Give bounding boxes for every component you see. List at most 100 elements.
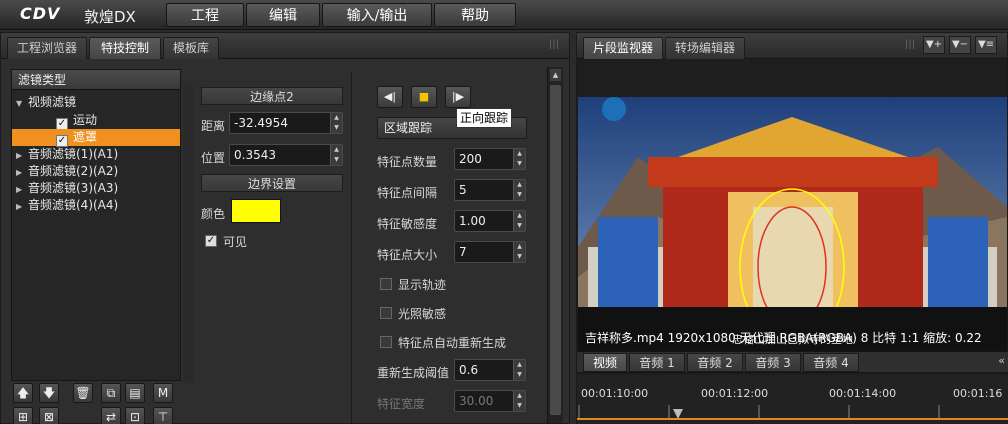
tree-item-video-filters[interactable]: ▼ 视频滤镜 bbox=[16, 94, 76, 111]
timecode-2: 00:01:12:00 bbox=[701, 387, 769, 400]
collapse-icon[interactable]: « bbox=[998, 354, 1005, 367]
divider bbox=[351, 73, 352, 423]
track-forward-button[interactable]: |▶ bbox=[445, 86, 471, 108]
app-name: 敦煌DX bbox=[84, 8, 136, 26]
move-down-button[interactable]: 🡇 bbox=[39, 383, 59, 403]
auto-regen-label: 特征点自动重新生成 bbox=[398, 336, 507, 350]
feature-spacing-input[interactable]: 5 ▲ ▼ bbox=[454, 179, 526, 201]
swap-icon[interactable]: ⇄ bbox=[101, 407, 121, 424]
playhead-icon[interactable] bbox=[673, 409, 683, 419]
tab-transition-editor[interactable]: 转场编辑器 bbox=[665, 37, 745, 59]
position-value: 0.3543 bbox=[234, 148, 276, 162]
distance-input[interactable]: -32.4954 ▲ ▼ bbox=[229, 112, 343, 134]
menu-edit[interactable]: 编辑 bbox=[246, 3, 320, 27]
tab-audio-track-1[interactable]: 音频 1 bbox=[629, 353, 685, 372]
regen-threshold-input[interactable]: 0.6 ▲ ▼ bbox=[454, 359, 526, 381]
expand-right-icon[interactable]: ▶ bbox=[16, 147, 28, 164]
video-frame bbox=[578, 97, 1007, 353]
feature-size-input[interactable]: 7 ▲ ▼ bbox=[454, 241, 526, 263]
tree-item-motion[interactable]: ✓ 运动 bbox=[56, 112, 97, 130]
light-sensitive-checkbox[interactable] bbox=[380, 307, 392, 319]
panel-grip-icon[interactable]: ||| bbox=[549, 39, 559, 50]
spin-arrows-icon[interactable]: ▲ ▼ bbox=[513, 360, 525, 380]
param-splitter[interactable] bbox=[183, 83, 193, 383]
marker-list-icon[interactable]: ▼≡ bbox=[975, 36, 997, 54]
layout-icon[interactable]: ⊡ bbox=[125, 407, 145, 424]
tree-item-audio-filter-3[interactable]: ▶ 音频滤镜(3)(A3) bbox=[16, 180, 118, 197]
feature-count-input[interactable]: 200 ▲ ▼ bbox=[454, 148, 526, 170]
template-button[interactable]: M bbox=[153, 383, 173, 403]
scroll-thumb[interactable] bbox=[550, 85, 561, 415]
tree-item-audio-filter-4[interactable]: ▶ 音频滤镜(4)(A4) bbox=[16, 197, 118, 214]
clip-info: 吉祥称多.mp4 1920x1080 无代理 RGBA(RGBA) 8 比特 1… bbox=[585, 331, 982, 345]
stop-track-button[interactable]: ■ bbox=[411, 86, 437, 108]
color-label: 颜色 bbox=[201, 207, 226, 221]
menu-help[interactable]: 帮助 bbox=[434, 3, 516, 27]
timecode-4: 00:01:16 bbox=[953, 387, 1003, 400]
tab-video-track[interactable]: 视频 bbox=[583, 353, 627, 372]
spin-arrows-icon[interactable]: ▲ ▼ bbox=[330, 145, 342, 165]
mask-color-swatch[interactable] bbox=[231, 199, 281, 223]
menu-project[interactable]: 工程 bbox=[166, 3, 244, 27]
tree-item-audio-filter-1[interactable]: ▶ 音频滤镜(1)(A1) bbox=[16, 146, 118, 163]
delete-button[interactable]: 🗑 bbox=[73, 383, 93, 403]
menu-io[interactable]: 输入/输出 bbox=[322, 3, 432, 27]
tree-item-audio-filter-2[interactable]: ▶ 音频滤镜(2)(A2) bbox=[16, 163, 118, 180]
align-icon[interactable]: ⊤ bbox=[153, 407, 173, 424]
feature-width-input[interactable]: 30.00 ▲ ▼ bbox=[454, 390, 526, 412]
visible-checkbox[interactable]: ✓ bbox=[205, 235, 217, 247]
spin-arrows-icon[interactable]: ▲ ▼ bbox=[513, 180, 525, 200]
spin-arrows-icon[interactable]: ▲ ▼ bbox=[330, 113, 342, 133]
right-tabbar: 片段监视器 转场编辑器 ||| ▼+ ▼− ▼≡ bbox=[577, 33, 1007, 59]
feature-spacing-label: 特征点间隔 bbox=[377, 186, 438, 200]
border-settings-header: 边界设置 bbox=[201, 174, 343, 192]
channel-logo-icon bbox=[602, 97, 626, 121]
ungroup-icon[interactable]: ⊠ bbox=[39, 407, 59, 424]
spin-arrows-icon[interactable]: ▲ ▼ bbox=[513, 242, 525, 262]
visible-label: 可见 bbox=[223, 235, 248, 249]
tab-audio-track-3[interactable]: 音频 3 bbox=[745, 353, 801, 372]
tracking-mode-value: 区域跟踪 bbox=[384, 121, 433, 135]
video-preview[interactable]: 忠格山加山巳拟寺的圣地 bbox=[578, 97, 1007, 353]
expand-down-icon[interactable]: ▼ bbox=[16, 95, 28, 112]
position-label: 位置 bbox=[201, 151, 226, 165]
track-backward-button[interactable]: ◀| bbox=[377, 86, 403, 108]
panel-grip-icon[interactable]: ||| bbox=[905, 39, 915, 50]
paste-button[interactable]: ▤ bbox=[125, 383, 145, 403]
tree-item-mask[interactable]: ✓ 遮罩 bbox=[12, 129, 180, 147]
remove-marker-icon[interactable]: ▼− bbox=[949, 36, 971, 54]
feature-sensitivity-input[interactable]: 1.00 ▲ ▼ bbox=[454, 210, 526, 232]
tab-audio-track-2[interactable]: 音频 2 bbox=[687, 353, 743, 372]
move-up-button[interactable]: 🡅 bbox=[13, 383, 33, 403]
add-marker-icon[interactable]: ▼+ bbox=[923, 36, 945, 54]
tab-clip-monitor[interactable]: 片段监视器 bbox=[583, 37, 663, 59]
spin-arrows-icon[interactable]: ▲ ▼ bbox=[513, 149, 525, 169]
tab-audio-track-4[interactable]: 音频 4 bbox=[803, 353, 859, 372]
position-input[interactable]: 0.3543 ▲ ▼ bbox=[229, 144, 343, 166]
grid-icon[interactable]: ⊞ bbox=[13, 407, 33, 424]
effects-control-panel: 工程浏览器 特技控制 模板库 ||| 滤镜类型 ▼ 视频滤镜 ✓ 运动 ✓ 遮罩 ▶ 音… bbox=[0, 32, 570, 424]
expand-right-icon[interactable]: ▶ bbox=[16, 198, 28, 215]
tab-project-browser[interactable]: 工程浏览器 bbox=[7, 37, 87, 59]
filter-tree: 滤镜类型 ▼ 视频滤镜 ✓ 运动 ✓ 遮罩 ▶ 音频滤镜(1)(A1) ▶ 音频滤镜(2)… bbox=[11, 69, 181, 381]
left-tabbar: 工程浏览器 特技控制 模板库 ||| bbox=[1, 33, 569, 59]
distance-label: 距离 bbox=[201, 119, 226, 133]
param-scrollbar[interactable]: ▲ bbox=[547, 67, 563, 423]
regen-threshold-label: 重新生成阈值 bbox=[377, 366, 450, 380]
tab-template-library[interactable]: 模板库 bbox=[163, 37, 219, 59]
timeline-ruler[interactable]: 00:01:10:00 00:01:12:00 00:01:14:00 00:0… bbox=[577, 375, 1008, 424]
show-track-checkbox[interactable] bbox=[380, 278, 392, 290]
feature-width-label: 特征宽度 bbox=[377, 397, 426, 411]
filter-tree-header: 滤镜类型 bbox=[12, 70, 180, 90]
tab-effects-control[interactable]: 特技控制 bbox=[89, 37, 161, 59]
spin-arrows-icon[interactable]: ▲ ▼ bbox=[513, 211, 525, 231]
feature-sensitivity-label: 特征敏感度 bbox=[377, 217, 438, 231]
timecode-1: 00:01:10:00 bbox=[581, 387, 649, 400]
expand-right-icon[interactable]: ▶ bbox=[16, 164, 28, 181]
track-tabbar: 视频 音频 1 音频 2 音频 3 音频 4 « bbox=[577, 351, 1008, 373]
spin-arrows-icon[interactable]: ▲ ▼ bbox=[513, 391, 525, 411]
expand-right-icon[interactable]: ▶ bbox=[16, 181, 28, 198]
auto-regen-checkbox[interactable] bbox=[380, 336, 392, 348]
copy-button[interactable]: ⧉ bbox=[101, 383, 121, 403]
scroll-up-icon[interactable]: ▲ bbox=[550, 69, 561, 81]
